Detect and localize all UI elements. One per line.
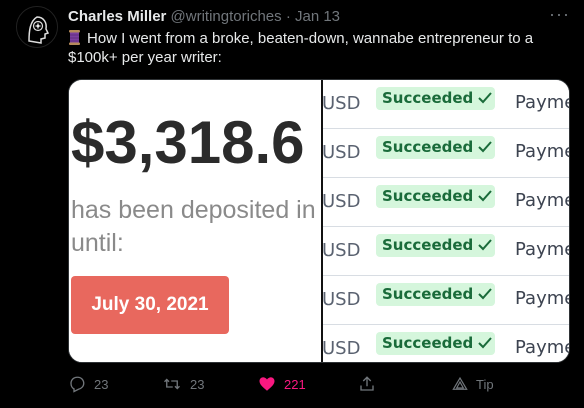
type-cell: Payme: [515, 337, 570, 358]
tip-button[interactable]: Tip: [452, 372, 494, 396]
status-label: Succeeded: [382, 285, 474, 303]
type-cell: Payme: [515, 239, 570, 260]
reply-icon: [70, 376, 85, 393]
payments-table: USD Succeeded Payme USD Succeeded Payme …: [322, 80, 570, 362]
table-row: USD Succeeded Payme: [322, 129, 570, 178]
status-badge: Succeeded: [376, 332, 495, 355]
author-handle[interactable]: @writingtoriches: [171, 8, 282, 25]
tweet-header: Charles Miller @writingtoriches · Jan 13: [68, 7, 340, 26]
type-cell: Payme: [515, 190, 570, 211]
checkmark-icon: [478, 337, 493, 349]
type-cell: Payme: [515, 141, 570, 162]
until-text: until:: [71, 229, 124, 257]
status-label: Succeeded: [382, 138, 474, 156]
separator: ·: [285, 8, 291, 25]
tweet-body: How I went from a broke, beaten-down, wa…: [68, 30, 534, 66]
checkmark-icon: [478, 92, 493, 104]
checkmark-icon: [478, 190, 493, 202]
retweet-count: 23: [190, 376, 205, 392]
table-row: USD Succeeded Payme: [322, 80, 570, 129]
reply-button[interactable]: 23: [68, 372, 108, 396]
heart-icon: [259, 377, 275, 391]
tweet-actions: 23 23 221 Tip: [68, 372, 568, 396]
share-button[interactable]: [358, 372, 384, 396]
checkmark-icon: [478, 288, 493, 300]
status-badge: Succeeded: [376, 283, 495, 306]
share-icon: [360, 376, 374, 391]
tweet-text: How I went from a broke, beaten-down, wa…: [68, 29, 568, 67]
date-button: July 30, 2021: [71, 276, 229, 334]
type-cell: Payme: [515, 288, 570, 309]
currency-cell: USD: [322, 338, 361, 359]
table-row: USD Succeeded Payme: [322, 227, 570, 276]
media-image[interactable]: $3,318.6 has been deposited in y until: …: [68, 79, 570, 363]
status-badge: Succeeded: [376, 234, 495, 257]
currency-cell: USD: [322, 142, 361, 163]
retweet-button[interactable]: 23: [162, 372, 204, 396]
currency-cell: USD: [322, 289, 361, 310]
reply-count: 23: [94, 376, 109, 392]
tip-icon: [452, 376, 468, 390]
currency-cell: USD: [322, 191, 361, 212]
currency-cell: USD: [322, 240, 361, 261]
status-label: Succeeded: [382, 89, 474, 107]
status-badge: Succeeded: [376, 136, 495, 159]
currency-cell: USD: [322, 93, 361, 114]
tweet-date[interactable]: Jan 13: [295, 8, 340, 25]
status-label: Succeeded: [382, 334, 474, 352]
like-button[interactable]: 221: [258, 372, 306, 396]
avatar[interactable]: [16, 6, 58, 48]
type-cell: Payme: [515, 92, 570, 113]
author-name[interactable]: Charles Miller: [68, 8, 166, 25]
status-badge: Succeeded: [376, 185, 495, 208]
status-label: Succeeded: [382, 187, 474, 205]
tip-label: Tip: [476, 376, 494, 392]
table-row: USD Succeeded Payme: [322, 325, 570, 362]
more-icon[interactable]: ···: [549, 4, 570, 25]
checkmark-icon: [478, 239, 493, 251]
spool-emoji-icon: [68, 30, 81, 45]
deposit-amount: $3,318.6: [71, 109, 305, 176]
deposit-panel: $3,318.6 has been deposited in y until: …: [69, 80, 321, 362]
like-count: 221: [284, 376, 306, 392]
table-row: USD Succeeded Payme: [322, 276, 570, 325]
retweet-icon: [164, 378, 180, 390]
deposited-text: has been deposited in y: [71, 196, 321, 224]
checkmark-icon: [478, 141, 493, 153]
table-row: USD Succeeded Payme: [322, 178, 570, 227]
status-badge: Succeeded: [376, 87, 495, 110]
status-label: Succeeded: [382, 236, 474, 254]
